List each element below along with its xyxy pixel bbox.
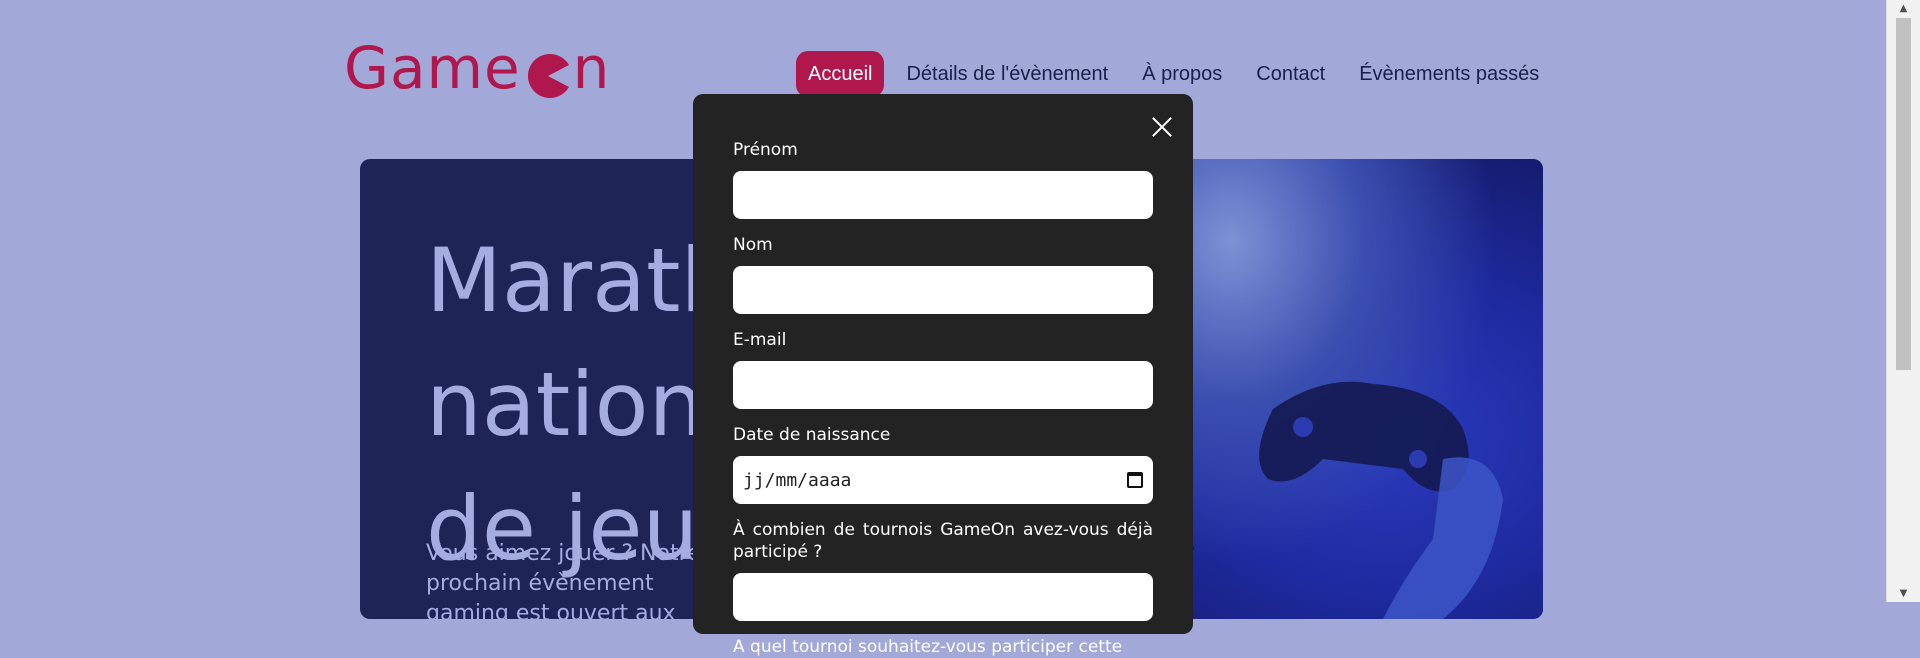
- scroll-up-arrow-icon[interactable]: ▲: [1887, 0, 1920, 17]
- logo-text-game: Game: [344, 34, 521, 102]
- tournament-count-input[interactable]: [733, 573, 1153, 621]
- nav-contact[interactable]: Contact: [1244, 51, 1337, 97]
- nav-accueil[interactable]: Accueil: [796, 51, 885, 97]
- first-name-input[interactable]: [733, 171, 1153, 219]
- last-name-label: Nom: [733, 235, 773, 255]
- last-name-input[interactable]: [733, 266, 1153, 314]
- email-input[interactable]: [733, 361, 1153, 409]
- logo-text-n: n: [572, 34, 611, 102]
- birthdate-input[interactable]: jj/mm/aaaa: [733, 456, 1153, 504]
- nav-evenements-passes[interactable]: Évènements passés: [1347, 51, 1551, 97]
- email-label: E-mail: [733, 330, 787, 350]
- registration-modal: Prénom Nom E-mail Date de naissance jj/m…: [693, 94, 1193, 657]
- main-nav: Accueil Détails de l'évènement À propos …: [796, 51, 1561, 97]
- hero-description: Vous aimez jouer ? Notre prochain évènem…: [426, 541, 701, 619]
- gameon-logo[interactable]: Game n: [344, 36, 610, 100]
- nav-a-propos[interactable]: À propos: [1130, 51, 1234, 97]
- birthdate-placeholder: jj/mm/aaaa: [743, 469, 852, 491]
- scroll-down-arrow-icon[interactable]: ▼: [1887, 585, 1920, 602]
- scrollbar-thumb[interactable]: [1896, 18, 1911, 370]
- close-icon[interactable]: [1148, 113, 1176, 141]
- birthdate-label: Date de naissance: [733, 425, 891, 445]
- first-name-label: Prénom: [733, 140, 798, 160]
- pacman-o-icon: [525, 47, 571, 99]
- tournament-count-label: À combien de tournois GameOn avez-vous d…: [733, 520, 1153, 562]
- tournament-location-label: A quel tournoi souhaitez-vous participer…: [733, 637, 1123, 657]
- registration-form: Prénom Nom E-mail Date de naissance jj/m…: [733, 139, 1153, 658]
- calendar-icon[interactable]: [1127, 472, 1143, 488]
- nav-details-evenement[interactable]: Détails de l'évènement: [894, 51, 1120, 97]
- page-scrollbar[interactable]: ▲ ▼: [1886, 0, 1920, 602]
